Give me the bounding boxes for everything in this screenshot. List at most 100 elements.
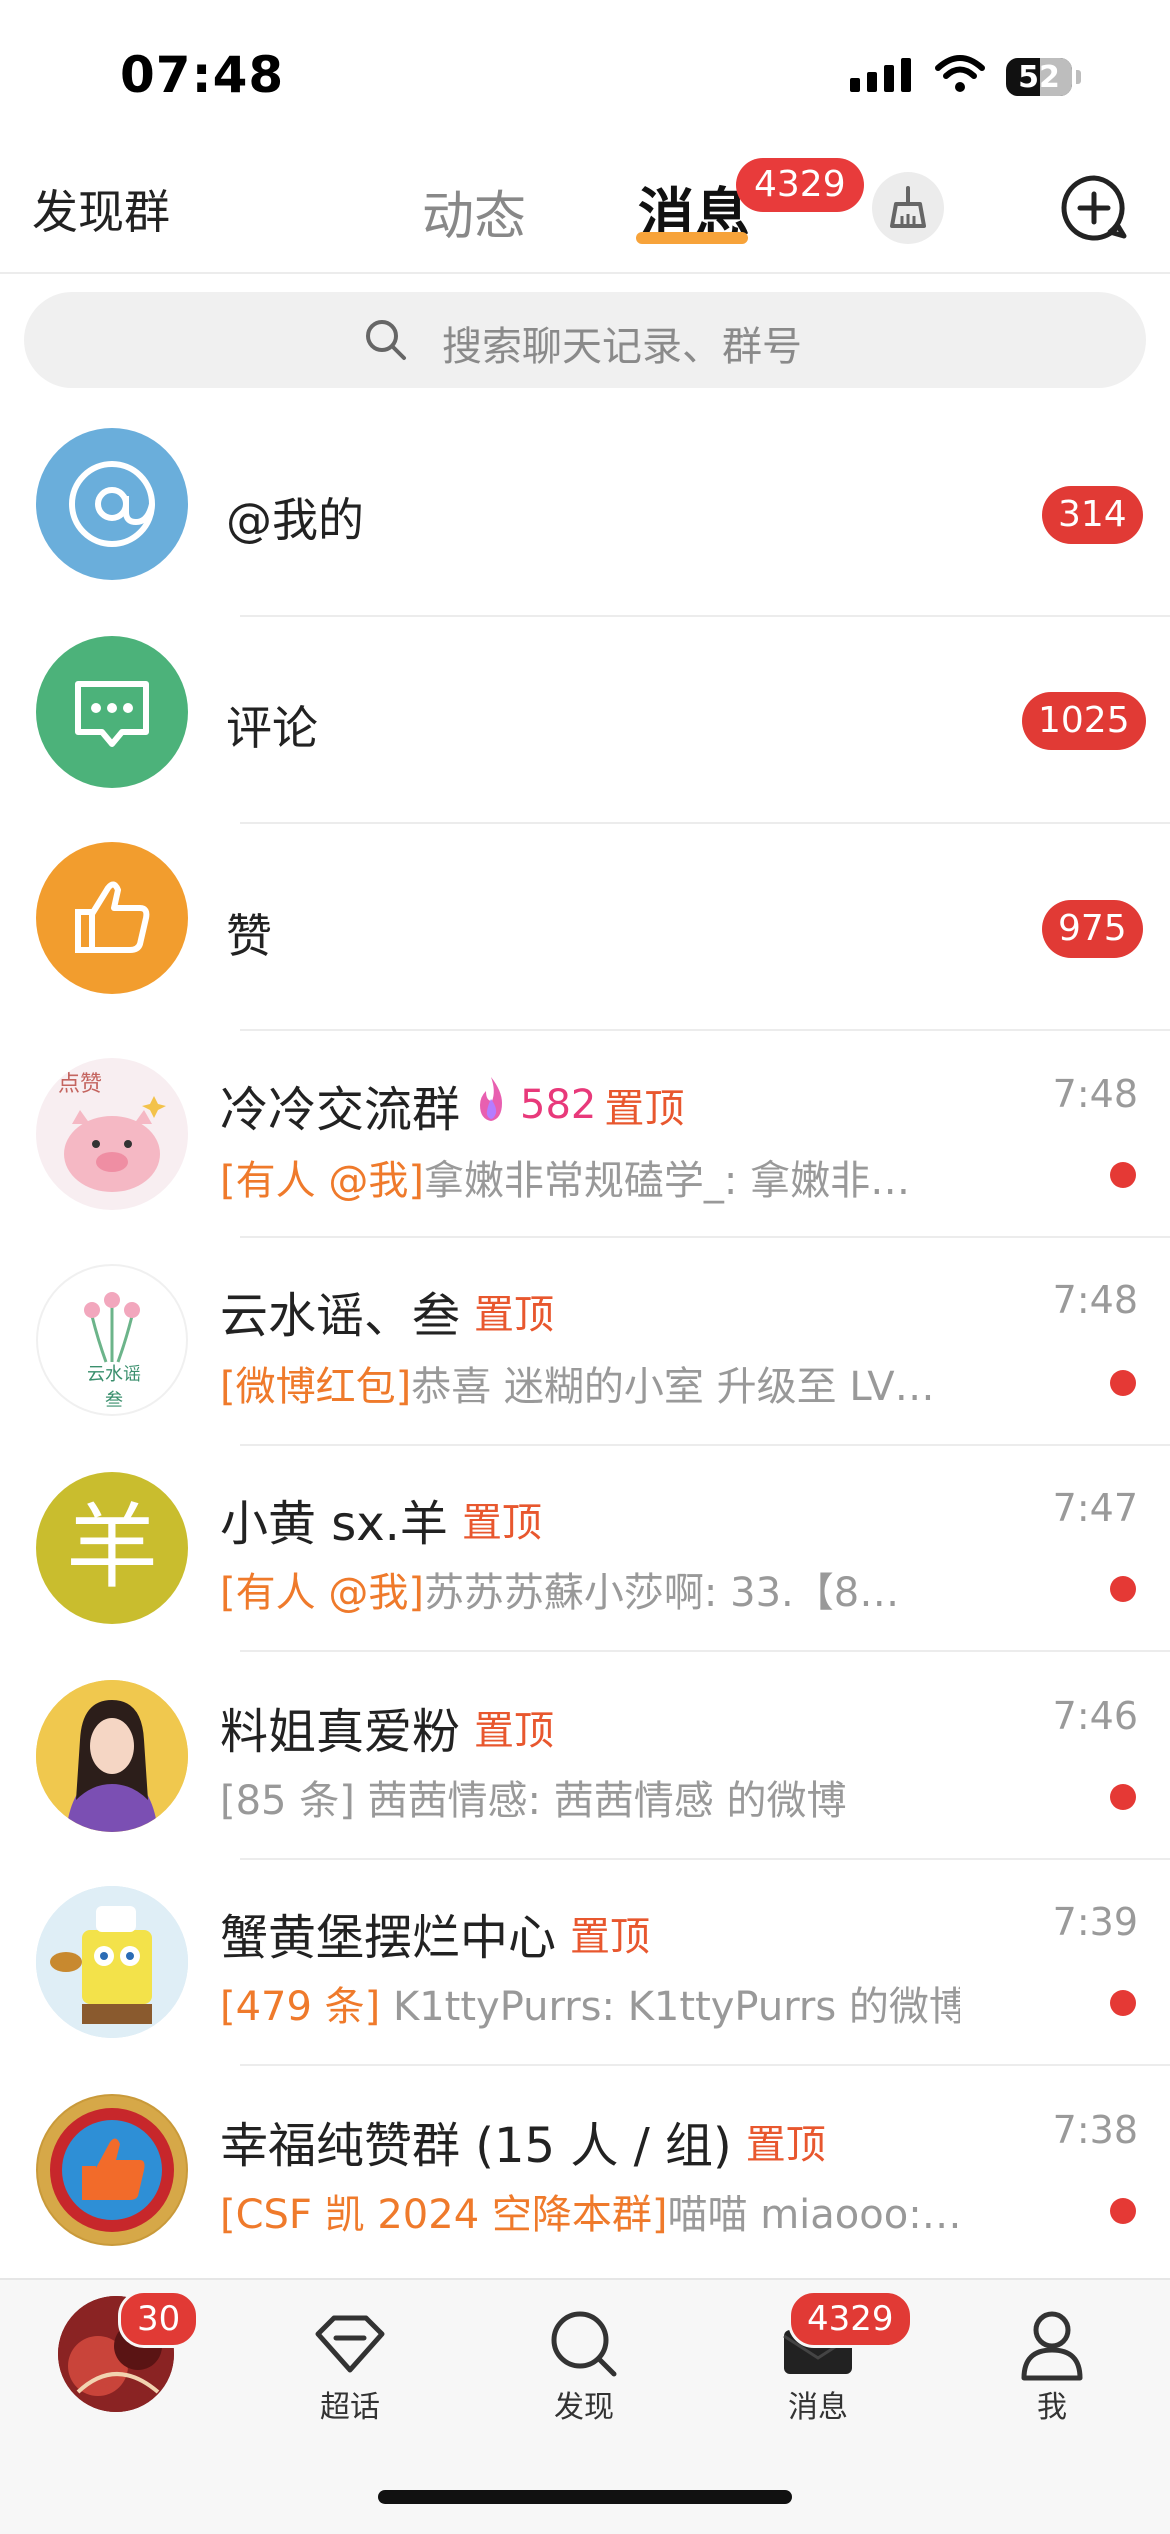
preview-text: 喵喵 miaooo:…	[667, 2192, 960, 2238]
user-icon	[1021, 2311, 1083, 2381]
likes-count-badge: 975	[1042, 900, 1143, 958]
spongebob-image	[36, 1886, 188, 2038]
search-placeholder: 搜索聊天记录、群号	[442, 324, 802, 370]
supertopic-tab[interactable]: 超话	[290, 2304, 410, 2425]
chat-name: 料姐真爱粉	[220, 1704, 461, 1760]
unread-dot	[1110, 1576, 1136, 1602]
battery-level: 52	[1018, 60, 1060, 95]
wifi-icon	[934, 54, 986, 98]
discover-groups-link[interactable]: 发现群	[32, 176, 170, 242]
row-divider	[240, 615, 1170, 617]
chat-time: 7:46	[1052, 1694, 1138, 1738]
chat-preview: [CSF 凯 2024 空降本群]喵喵 miaooo:…	[220, 2182, 960, 2240]
chat-title: 料姐真爱粉 置顶	[220, 1692, 554, 1762]
chat-avatar	[36, 1886, 188, 2038]
active-tab-indicator	[636, 232, 748, 244]
add-chat-icon	[1061, 175, 1127, 241]
messages-unread-badge: 4329	[736, 158, 864, 212]
chat-name: 云水谣、叁	[220, 1288, 461, 1344]
chat-avatar: 羊	[36, 1472, 188, 1624]
pinned-label: 置顶	[461, 1500, 542, 1546]
preview-tag: [有人 @我]	[220, 1570, 424, 1616]
fire-count: 582	[520, 1082, 597, 1128]
unread-dot	[1110, 1784, 1136, 1810]
pinned-label: 置顶	[745, 2122, 826, 2168]
avatar-letter: 羊	[65, 1494, 158, 1601]
cellular-signal-icon	[850, 58, 911, 92]
comment-icon	[75, 681, 149, 747]
at-icon	[69, 461, 155, 547]
row-divider	[240, 822, 1170, 824]
preview-tag: [微博红包]	[220, 1364, 412, 1410]
thumbs-up-icon	[75, 881, 150, 953]
preview-text: 恭喜 迷糊的小室 升级至 LV…	[411, 1364, 935, 1410]
supertopic-label: 超话	[320, 2390, 380, 2425]
clear-unread-button[interactable]	[872, 172, 944, 244]
battery-tip	[1076, 70, 1081, 84]
chat-preview: [479 条] K1ttyPurrs: K1ttyPurrs 的微博	[220, 1974, 960, 2032]
chat-avatar	[36, 1680, 188, 1832]
chat-time: 7:38	[1052, 2108, 1138, 2152]
preview-text: 苏苏苏蘇小莎啊: 33.【8…	[423, 1570, 900, 1616]
row-divider	[240, 1236, 1170, 1238]
chat-time: 7:39	[1052, 1900, 1138, 1944]
messages-tab-badge: 4329	[788, 2290, 913, 2348]
mentions-avatar	[36, 428, 188, 580]
person-photo	[36, 1680, 188, 1832]
pinned-label: 置顶	[474, 1292, 555, 1338]
nav-divider	[0, 272, 1170, 274]
chat-name: 小黄 sx.羊	[220, 1496, 448, 1552]
chat-avatar	[36, 2094, 188, 2246]
preview-tag: [有人 @我]	[220, 1158, 424, 1204]
diamond-icon	[315, 2315, 385, 2373]
chat-preview: [有人 @我]苏苏苏蘇小莎啊: 33.【8…	[220, 1560, 960, 1618]
comments-count-badge: 1025	[1022, 692, 1146, 750]
tab-dynamic[interactable]: 动态	[422, 174, 526, 249]
search-icon	[551, 2311, 617, 2377]
profile-badge: 30	[118, 2290, 200, 2348]
chat-name: 蟹黄堡摆烂中心	[220, 1910, 557, 1966]
preview-text: [85 条] 茜茜情感: 茜茜情感 的微博	[220, 1778, 847, 1824]
unread-dot	[1110, 2198, 1136, 2224]
avatar-caption: 云水谣 叁	[87, 1364, 141, 1411]
new-chat-button[interactable]	[1058, 172, 1130, 244]
chat-time: 7:47	[1052, 1486, 1138, 1530]
preview-tag: [CSF 凯 2024 空降本群]	[220, 2192, 668, 2238]
mentions-count-badge: 314	[1042, 486, 1143, 544]
preview-text: K1ttyPurrs: K1ttyPurrs 的微博	[380, 1984, 960, 2030]
chat-preview: [有人 @我]拿嫩非常规磕学_: 拿嫩非…	[220, 1148, 960, 1206]
chat-title: 小黄 sx.羊 置顶	[220, 1484, 542, 1554]
row-divider	[240, 1858, 1170, 1860]
chat-title: 幸福纯赞群 (15 人 / 组) 置顶	[220, 2106, 826, 2176]
chat-title: 云水谣、叁 置顶	[220, 1276, 554, 1346]
chat-name: 幸福纯赞群 (15 人 / 组)	[220, 2118, 732, 2174]
pinned-label: 置顶	[604, 1086, 685, 1132]
discover-label: 发现	[554, 2390, 614, 2425]
status-time: 07:48	[120, 46, 285, 104]
row-divider	[240, 1650, 1170, 1652]
likes-avatar	[36, 842, 188, 994]
discover-tab[interactable]: 发现	[524, 2304, 644, 2425]
unread-dot	[1110, 1990, 1136, 2016]
comments-label: 评论	[226, 701, 318, 755]
chat-time: 7:48	[1052, 1278, 1138, 1322]
preview-tag: [479 条]	[220, 1984, 381, 2030]
preview-text: 拿嫩非常规磕学_: 拿嫩非…	[423, 1158, 911, 1204]
row-divider	[240, 1029, 1170, 1031]
battery-icon: 52	[1006, 58, 1072, 96]
chat-name: 冷冷交流群	[220, 1082, 461, 1138]
chat-title: 冷冷交流群 582 置顶	[220, 1070, 684, 1140]
fire-icon	[472, 1075, 510, 1135]
me-tab[interactable]: 我	[992, 2304, 1112, 2425]
mentions-label: @我的	[226, 493, 364, 547]
me-label: 我	[1037, 2390, 1067, 2425]
messages-label: 消息	[788, 2390, 848, 2425]
search-icon	[362, 316, 410, 368]
chat-preview: [85 条] 茜茜情感: 茜茜情感 的微博	[220, 1768, 960, 1826]
thumbs-up-badge-image	[38, 2096, 186, 2244]
home-indicator	[378, 2490, 792, 2504]
chat-preview: [微博红包]恭喜 迷糊的小室 升级至 LV…	[220, 1354, 960, 1412]
likes-label: 赞	[226, 909, 272, 963]
broom-icon	[890, 186, 926, 228]
unread-dot	[1110, 1370, 1136, 1396]
